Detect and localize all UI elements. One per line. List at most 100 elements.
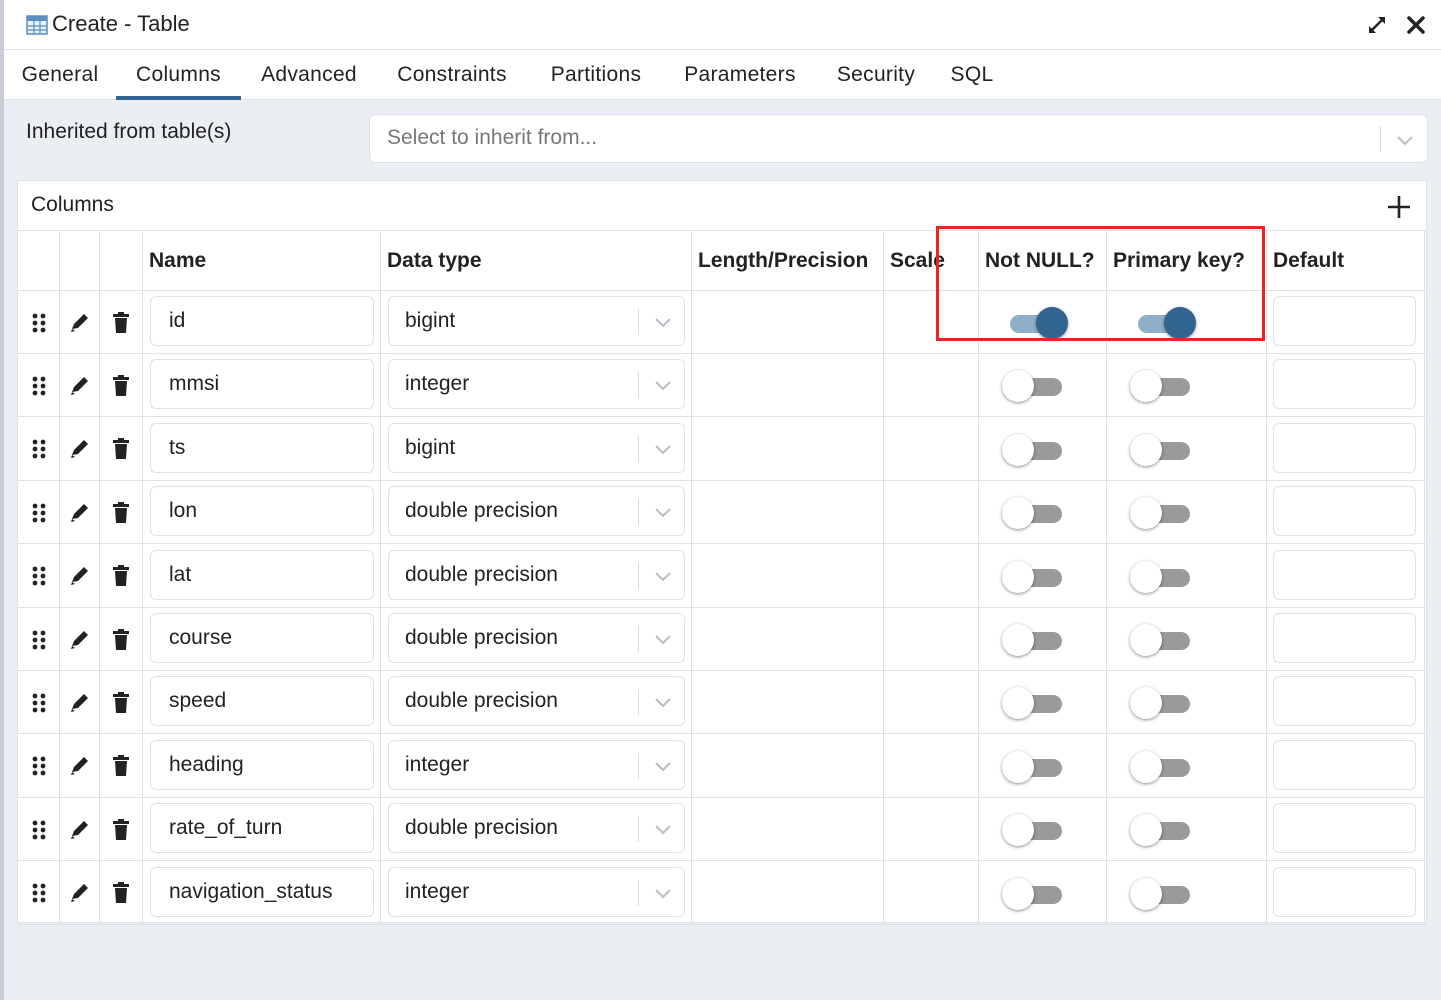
drag-handle-icon[interactable] <box>18 545 59 608</box>
data-type-select[interactable]: bigint <box>388 422 685 473</box>
data-type-select[interactable]: double precision <box>388 613 685 663</box>
edit-icon[interactable] <box>59 671 99 734</box>
tab-constraints[interactable]: Constraints <box>388 50 516 100</box>
primary-key-toggle[interactable] <box>1130 750 1196 784</box>
primary-key-toggle[interactable] <box>1130 496 1196 530</box>
delete-icon[interactable] <box>99 418 142 481</box>
drag-handle-icon[interactable] <box>18 862 59 925</box>
default-value-input[interactable] <box>1273 866 1416 917</box>
drag-handle-icon[interactable] <box>18 418 59 481</box>
drag-handle-icon[interactable] <box>18 671 59 734</box>
default-value-input[interactable] <box>1273 549 1416 600</box>
chevron-down-icon[interactable] <box>653 502 673 522</box>
primary-key-toggle[interactable] <box>1130 433 1196 467</box>
chevron-down-icon[interactable] <box>653 375 673 395</box>
data-type-select[interactable]: integer <box>388 866 685 917</box>
default-value-input[interactable] <box>1273 486 1416 537</box>
default-value-input[interactable] <box>1273 359 1416 410</box>
default-value-input[interactable] <box>1273 676 1416 727</box>
primary-key-toggle[interactable] <box>1130 306 1196 340</box>
tab-partitions[interactable]: Partitions <box>541 50 651 100</box>
primary-key-toggle[interactable] <box>1130 560 1196 594</box>
edit-icon[interactable] <box>59 354 99 417</box>
primary-key-toggle[interactable] <box>1130 877 1196 911</box>
delete-icon[interactable] <box>99 671 142 734</box>
inherit-select[interactable]: Select to inherit from... <box>369 114 1428 163</box>
tab-sql[interactable]: SQL <box>944 50 1000 100</box>
not-null-toggle[interactable] <box>1002 686 1068 720</box>
edit-icon[interactable] <box>59 545 99 608</box>
default-value-input[interactable] <box>1273 803 1416 854</box>
chevron-down-icon[interactable] <box>653 756 673 776</box>
data-type-select[interactable]: double precision <box>388 486 685 537</box>
column-name-input[interactable]: lon <box>150 486 374 537</box>
delete-icon[interactable] <box>99 862 142 925</box>
data-type-select[interactable]: double precision <box>388 803 685 854</box>
edit-icon[interactable] <box>59 291 99 354</box>
data-type-select[interactable]: double precision <box>388 676 685 727</box>
not-null-toggle[interactable] <box>1002 496 1068 530</box>
data-type-select[interactable]: integer <box>388 739 685 790</box>
not-null-toggle[interactable] <box>1002 750 1068 784</box>
chevron-down-icon[interactable] <box>653 819 673 839</box>
not-null-toggle[interactable] <box>1002 560 1068 594</box>
chevron-down-icon[interactable] <box>653 566 673 586</box>
column-name-input[interactable]: heading <box>150 739 374 790</box>
drag-handle-icon[interactable] <box>18 291 59 354</box>
delete-icon[interactable] <box>99 354 142 417</box>
edit-icon[interactable] <box>59 735 99 798</box>
add-column-button[interactable] <box>1385 193 1413 221</box>
tab-security[interactable]: Security <box>829 50 923 100</box>
column-name-input[interactable]: mmsi <box>150 359 374 410</box>
tab-general[interactable]: General <box>16 50 104 100</box>
data-type-select[interactable]: double precision <box>388 549 685 600</box>
default-value-input[interactable] <box>1273 296 1416 346</box>
column-name-input[interactable]: rate_of_turn <box>150 803 374 854</box>
chevron-down-icon[interactable] <box>653 883 673 903</box>
tab-columns[interactable]: Columns <box>116 50 241 100</box>
delete-icon[interactable] <box>99 798 142 861</box>
column-name-input[interactable]: speed <box>150 676 374 727</box>
edit-icon[interactable] <box>59 798 99 861</box>
primary-key-toggle[interactable] <box>1130 623 1196 657</box>
chevron-down-icon[interactable] <box>1395 130 1415 150</box>
edit-icon[interactable] <box>59 418 99 481</box>
chevron-down-icon[interactable] <box>653 629 673 649</box>
drag-handle-icon[interactable] <box>18 798 59 861</box>
column-name-input[interactable]: ts <box>150 422 374 473</box>
column-name-input[interactable]: navigation_status <box>150 866 374 917</box>
not-null-toggle[interactable] <box>1002 623 1068 657</box>
primary-key-toggle[interactable] <box>1130 813 1196 847</box>
drag-handle-icon[interactable] <box>18 354 59 417</box>
not-null-toggle[interactable] <box>1002 877 1068 911</box>
not-null-toggle[interactable] <box>1002 369 1068 403</box>
delete-icon[interactable] <box>99 481 142 544</box>
expand-icon[interactable] <box>1366 14 1388 36</box>
default-value-input[interactable] <box>1273 739 1416 790</box>
default-value-input[interactable] <box>1273 613 1416 663</box>
delete-icon[interactable] <box>99 291 142 354</box>
chevron-down-icon[interactable] <box>653 439 673 459</box>
edit-icon[interactable] <box>59 481 99 544</box>
close-icon[interactable] <box>1404 13 1428 37</box>
drag-handle-icon[interactable] <box>18 481 59 544</box>
default-value-input[interactable] <box>1273 422 1416 473</box>
tab-advanced[interactable]: Advanced <box>253 50 365 100</box>
column-name-input[interactable]: id <box>150 296 374 346</box>
column-name-input[interactable]: course <box>150 613 374 663</box>
data-type-select[interactable]: bigint <box>388 296 685 346</box>
drag-handle-icon[interactable] <box>18 608 59 671</box>
edit-icon[interactable] <box>59 608 99 671</box>
delete-icon[interactable] <box>99 545 142 608</box>
data-type-select[interactable]: integer <box>388 359 685 410</box>
delete-icon[interactable] <box>99 608 142 671</box>
delete-icon[interactable] <box>99 735 142 798</box>
primary-key-toggle[interactable] <box>1130 369 1196 403</box>
chevron-down-icon[interactable] <box>653 312 673 332</box>
not-null-toggle[interactable] <box>1002 306 1068 340</box>
drag-handle-icon[interactable] <box>18 735 59 798</box>
not-null-toggle[interactable] <box>1002 813 1068 847</box>
chevron-down-icon[interactable] <box>653 692 673 712</box>
column-name-input[interactable]: lat <box>150 549 374 600</box>
primary-key-toggle[interactable] <box>1130 686 1196 720</box>
